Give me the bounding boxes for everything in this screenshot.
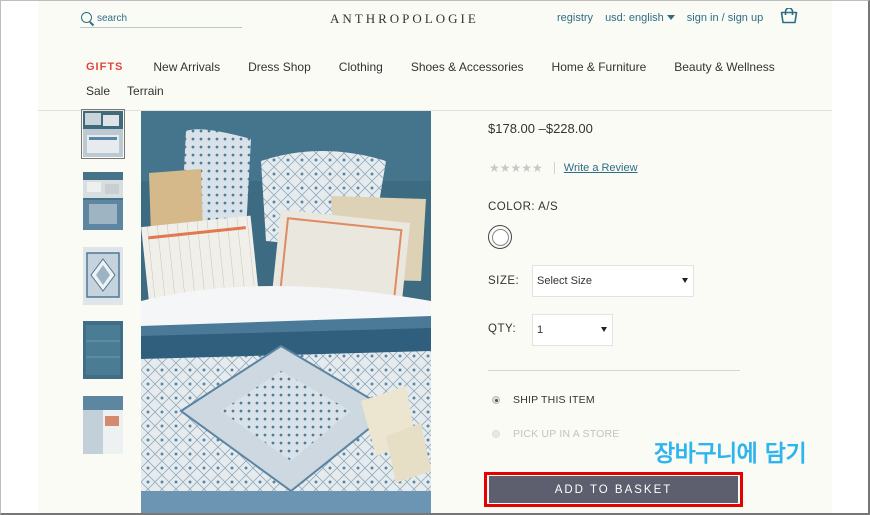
nav-item-home-furniture[interactable]: Home & Furniture — [552, 60, 647, 74]
pickup-option-label: PICK UP IN A STORE — [513, 428, 620, 440]
nav-item-dress-shop[interactable]: Dress Shop — [248, 60, 311, 74]
chevron-down-icon — [682, 278, 688, 283]
main-nav: GIFTS New Arrivals Dress Shop Clothing S… — [86, 60, 786, 98]
product-photo — [141, 111, 431, 515]
product-image[interactable] — [141, 111, 431, 515]
qty-label: QTY: — [488, 323, 517, 335]
add-to-basket-button[interactable]: ADD TO BASKET — [489, 476, 738, 503]
radio-selected-icon[interactable] — [492, 396, 500, 404]
annotation-text: 장바구니에 담기 — [654, 441, 807, 467]
size-select[interactable]: Select Size — [532, 265, 694, 297]
thumbnail-image — [83, 111, 123, 157]
sign-in-link[interactable]: sign in / sign up — [687, 12, 763, 24]
nav-item-terrain[interactable]: Terrain — [127, 84, 164, 98]
thumbnail-5[interactable] — [83, 396, 123, 454]
chevron-down-icon — [601, 327, 607, 332]
radio-unselected-icon[interactable] — [492, 430, 500, 438]
rating-row: ★★★★★ Write a Review — [489, 161, 638, 175]
thumbnail-image — [83, 172, 123, 230]
locale-selector[interactable]: usd: english — [605, 12, 675, 24]
section-divider — [488, 370, 740, 371]
nav-item-new-arrivals[interactable]: New Arrivals — [153, 60, 220, 74]
nav-item-gifts[interactable]: GIFTS — [86, 61, 123, 73]
thumbnail-1[interactable] — [81, 109, 125, 159]
nav-item-sale[interactable]: Sale — [86, 84, 110, 98]
logo[interactable]: ANTHROPOLOGIE — [330, 11, 479, 27]
nav-item-clothing[interactable]: Clothing — [339, 60, 383, 74]
thumbnail-image — [83, 247, 123, 305]
thumbnail-3[interactable] — [83, 247, 123, 305]
size-select-value: Select Size — [537, 275, 593, 287]
color-swatch[interactable] — [488, 225, 512, 249]
thumbnail-image — [83, 396, 123, 454]
search-bar[interactable] — [80, 10, 242, 28]
locale-label: usd: english — [605, 12, 664, 24]
nav-item-beauty-wellness[interactable]: Beauty & Wellness — [674, 60, 775, 74]
utility-links: registry usd: english sign in / sign up — [557, 12, 763, 24]
thumbnail-2[interactable] — [83, 172, 123, 230]
write-review-link[interactable]: Write a Review — [564, 162, 638, 174]
size-label: SIZE: — [488, 275, 520, 287]
ship-option-label: SHIP THIS ITEM — [513, 394, 595, 406]
color-value: A/S — [538, 201, 559, 213]
color-label-text: COLOR: — [488, 201, 536, 213]
registry-link[interactable]: registry — [557, 12, 593, 24]
color-label: COLOR: A/S — [488, 201, 558, 213]
ship-option[interactable]: SHIP THIS ITEM — [492, 394, 595, 406]
shopping-bag-icon[interactable] — [780, 8, 798, 24]
thumbnail-image — [83, 321, 123, 379]
qty-select-value: 1 — [537, 324, 544, 336]
search-icon[interactable] — [80, 11, 95, 27]
price-range: $178.00 –$228.00 — [488, 121, 593, 136]
search-input[interactable] — [97, 13, 237, 24]
thumbnail-4[interactable] — [83, 321, 123, 379]
pickup-option[interactable]: PICK UP IN A STORE — [492, 428, 620, 440]
star-rating: ★★★★★ — [489, 161, 543, 175]
nav-item-shoes-accessories[interactable]: Shoes & Accessories — [411, 60, 524, 74]
qty-select[interactable]: 1 — [532, 314, 613, 346]
divider — [553, 162, 555, 174]
chevron-down-icon — [666, 15, 675, 20]
